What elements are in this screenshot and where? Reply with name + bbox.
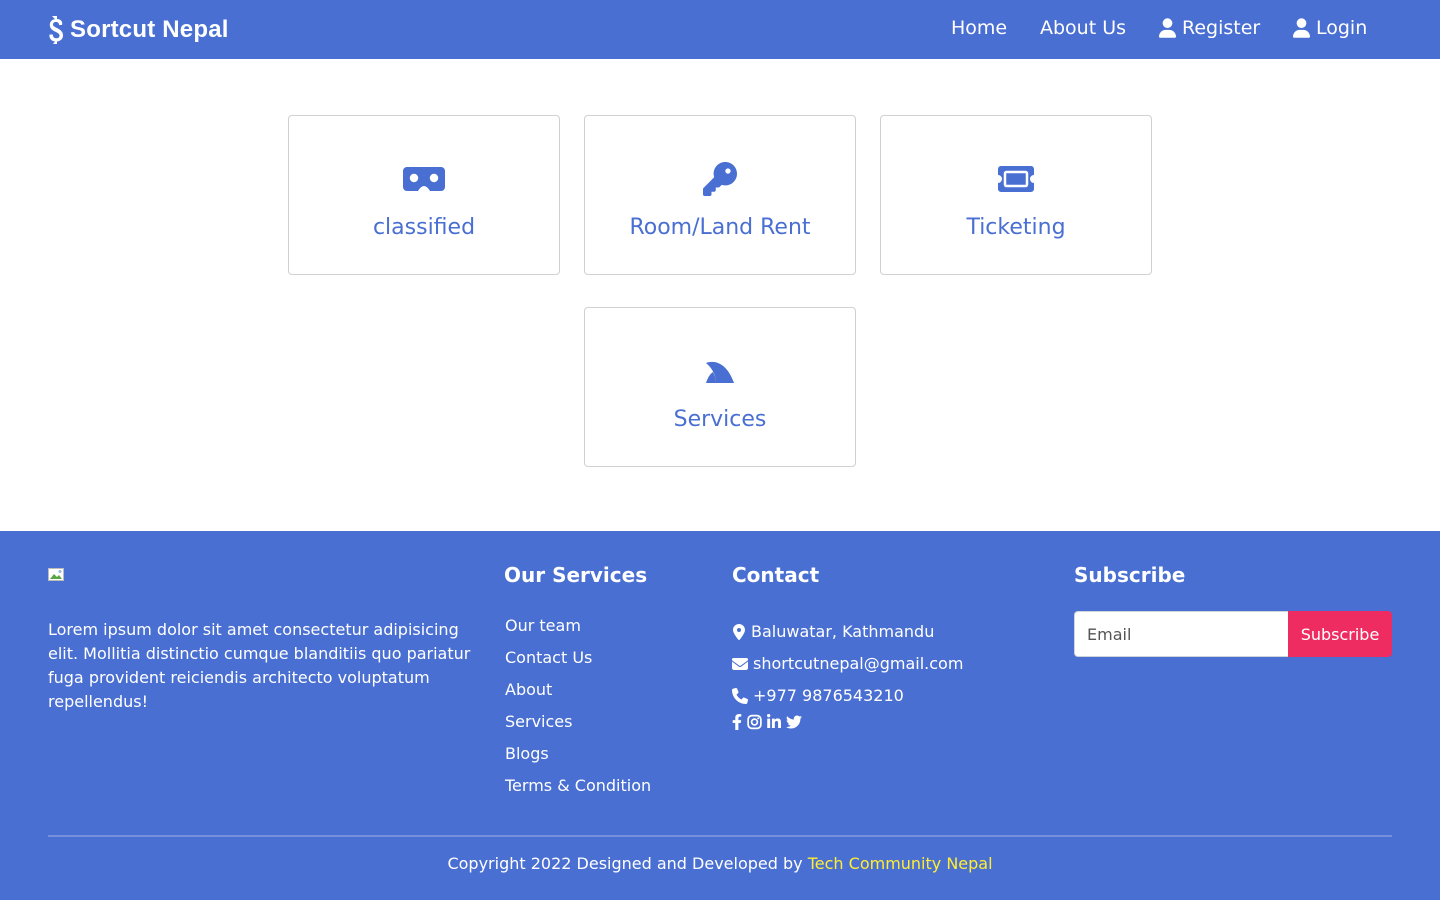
linkedin-icon[interactable] <box>767 714 781 730</box>
contact-email-text[interactable]: shortcutnepal@gmail.com <box>753 654 963 674</box>
card-classified[interactable]: classified <box>288 115 560 275</box>
contact-phone: +977 9876543210 <box>732 680 963 712</box>
facebook-icon[interactable] <box>732 714 742 730</box>
footer-description: Lorem ipsum dolor sit amet consectetur a… <box>48 620 471 711</box>
card-label-classified: classified <box>372 215 476 240</box>
vr-cardboard-icon <box>403 163 445 195</box>
footer-link-blogs[interactable]: Blogs <box>505 744 651 776</box>
envelope-icon <box>732 658 748 670</box>
brand-name: Sortcut Nepal <box>70 16 229 43</box>
nav-login-label: Login <box>1316 17 1368 39</box>
footer: Lorem ipsum dolor sit amet consectetur a… <box>0 531 1440 900</box>
nav-login[interactable]: Login <box>1293 17 1367 39</box>
contact-address: Baluwatar, Kathmandu <box>732 616 963 648</box>
contact-phone-text[interactable]: +977 9876543210 <box>753 686 904 706</box>
ticket-icon <box>995 163 1037 195</box>
footer-link-contact-us[interactable]: Contact Us <box>505 648 651 680</box>
contact-address-text: Baluwatar, Kathmandu <box>751 622 935 641</box>
footer-services-list: Our team Contact Us About Services Blogs… <box>505 616 651 808</box>
social-links <box>732 712 963 732</box>
user-icon <box>1293 18 1310 38</box>
footer-subscribe-heading: Subscribe <box>1074 563 1186 587</box>
card-services[interactable]: Services <box>584 307 856 467</box>
card-label-ticketing: Ticketing <box>966 215 1066 240</box>
subscribe-form: Subscribe <box>1074 611 1392 657</box>
top-navbar: Sortcut Nepal Home About Us Register Log… <box>0 0 1440 59</box>
user-icon <box>1159 18 1176 38</box>
footer-contact: Baluwatar, Kathmandu shortcutnepal@gmail… <box>732 616 963 732</box>
fin-icon <box>699 355 741 387</box>
card-ticketing[interactable]: Ticketing <box>880 115 1152 275</box>
twitter-icon[interactable] <box>786 714 802 730</box>
map-marker-icon <box>733 624 745 640</box>
card-label-services: Services <box>673 407 767 432</box>
broken-image-icon <box>48 568 64 581</box>
brand-s-icon <box>49 16 63 44</box>
footer-divider <box>48 835 1392 837</box>
phone-icon <box>732 688 748 704</box>
nav-register[interactable]: Register <box>1159 17 1260 39</box>
footer-link-our-team[interactable]: Our team <box>505 616 651 648</box>
card-label-room-land-rent: Room/Land Rent <box>629 215 811 240</box>
subscribe-button[interactable]: Subscribe <box>1288 611 1392 657</box>
card-room-land-rent[interactable]: Room/Land Rent <box>584 115 856 275</box>
nav-about-us[interactable]: About Us <box>1040 17 1126 39</box>
footer-services-heading: Our Services <box>504 563 648 587</box>
contact-email: shortcutnepal@gmail.com <box>732 648 963 680</box>
footer-link-about[interactable]: About <box>505 680 651 712</box>
nav-home-label: Home <box>951 17 1008 39</box>
footer-link-services[interactable]: Services <box>505 712 651 744</box>
footer-contact-heading: Contact <box>732 563 820 587</box>
brand-logo[interactable]: Sortcut Nepal <box>48 14 229 46</box>
copyright-text: Copyright 2022 Designed and Developed by <box>447 854 803 873</box>
footer-link-terms[interactable]: Terms & Condition <box>505 776 651 808</box>
copyright: Copyright 2022 Designed and Developed by… <box>0 854 1440 874</box>
nav-about-label: About Us <box>1040 17 1127 39</box>
email-field[interactable] <box>1074 611 1288 657</box>
instagram-icon[interactable] <box>747 714 762 730</box>
key-icon <box>699 162 741 196</box>
nav-home[interactable]: Home <box>951 17 1007 39</box>
tech-community-link[interactable]: Tech Community Nepal <box>808 854 993 873</box>
nav-register-label: Register <box>1182 17 1261 39</box>
